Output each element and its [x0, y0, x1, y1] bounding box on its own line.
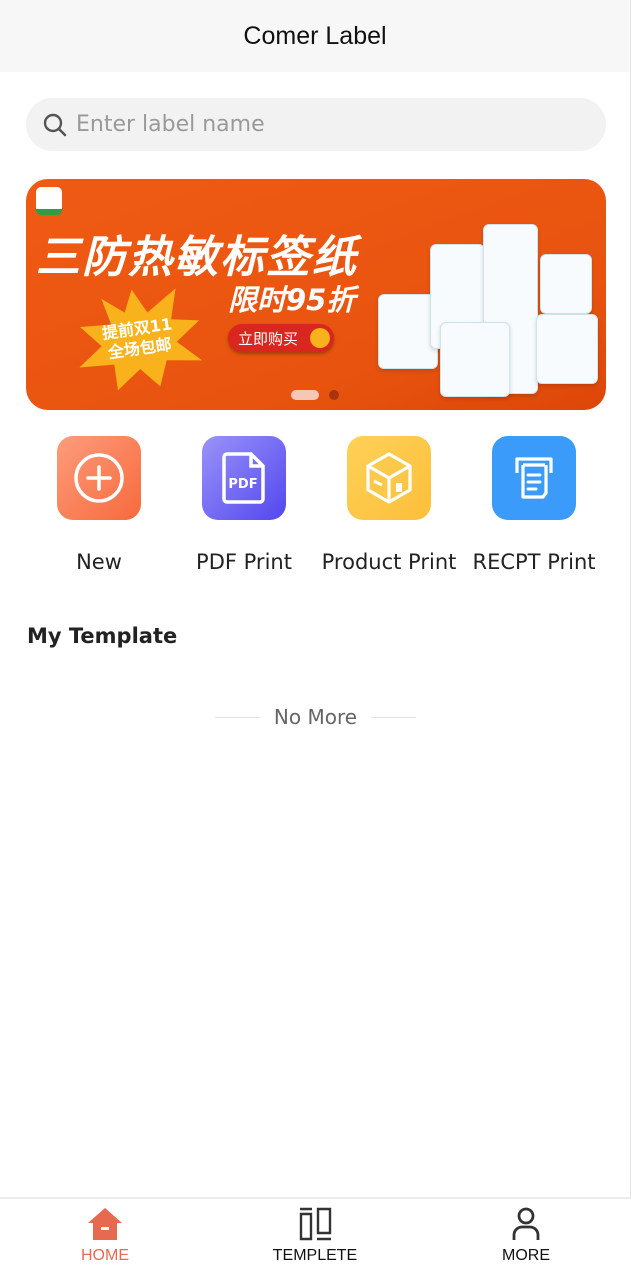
receipt-print-button[interactable]: RECPT Print: [459, 436, 609, 574]
tab-home[interactable]: HOME: [45, 1207, 165, 1265]
action-label: Product Print: [321, 550, 457, 574]
divider: [371, 716, 417, 718]
search-bar[interactable]: [26, 98, 606, 151]
search-input[interactable]: [76, 112, 556, 137]
banner-headline: 三防热敏标签纸: [36, 232, 358, 283]
page-title: Comer Label: [243, 21, 387, 50]
action-label: New: [76, 550, 122, 574]
home-icon: [88, 1208, 122, 1240]
tab-more[interactable]: MORE: [466, 1207, 586, 1265]
promo-burst: 提前双11 全场包邮: [70, 281, 208, 397]
carousel-indicator[interactable]: [291, 390, 339, 400]
empty-state: No More: [0, 705, 631, 729]
app-header: Comer Label: [0, 0, 630, 72]
svg-text:PDF: PDF: [228, 477, 257, 492]
pdf-print-button[interactable]: PDF PDF Print: [169, 436, 319, 574]
box-icon: [347, 436, 431, 520]
tab-label: MORE: [502, 1247, 550, 1264]
pdf-file-icon: PDF: [202, 436, 286, 520]
buy-now-label: 立即购买: [238, 329, 299, 348]
template-icon: [299, 1207, 332, 1241]
tab-label: TEMPLETE: [272, 1247, 358, 1264]
no-more-text: No More: [273, 705, 358, 729]
divider: [214, 716, 260, 718]
bottom-tab-bar: HOME TEMPLETE MORE: [0, 1197, 631, 1280]
play-icon: [310, 328, 330, 348]
action-label: PDF Print: [196, 550, 292, 574]
search-icon: [43, 113, 67, 136]
carousel-dot[interactable]: [329, 390, 339, 400]
plus-circle-icon: [57, 436, 141, 520]
tab-label: HOME: [81, 1247, 129, 1264]
user-icon: [512, 1207, 540, 1240]
new-button[interactable]: New: [24, 436, 174, 574]
action-label: RECPT Print: [472, 550, 596, 574]
carousel-dot-active[interactable]: [291, 390, 319, 400]
receipt-printer-icon: [492, 436, 576, 520]
buy-now-button[interactable]: 立即购买: [228, 324, 334, 352]
label-rolls-image: [378, 224, 603, 399]
section-title: My Template: [27, 624, 178, 648]
promo-banner[interactable]: 三防热敏标签纸 限时95折 提前双11 全场包邮 立即购买: [26, 179, 606, 410]
product-print-button[interactable]: Product Print: [314, 436, 464, 574]
tab-templete[interactable]: TEMPLETE: [255, 1207, 375, 1265]
banner-discount: 限时95折: [228, 283, 356, 317]
brand-logo: [36, 187, 62, 215]
